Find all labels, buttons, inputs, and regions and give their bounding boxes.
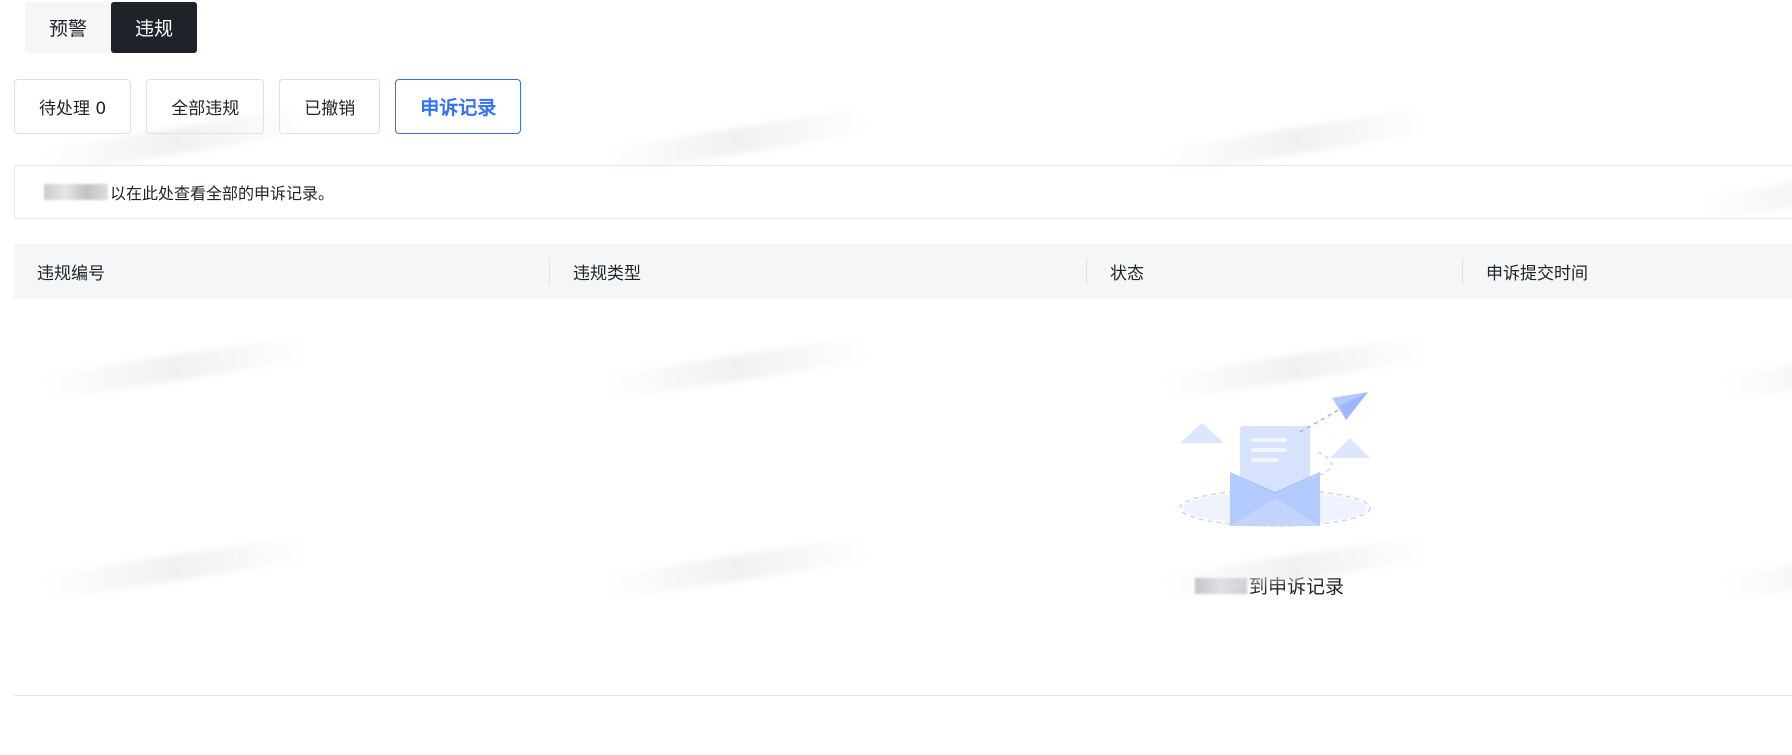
page-root: 预警 违规 待处理 0 全部违规 已撤销 申诉记录 以在此处查看全部的申诉记录。… [0,0,1792,755]
envelope-paper-plane-icon [1180,392,1371,527]
column-divider [1086,258,1087,285]
column-header-violation-type: 违规类型 [573,264,641,284]
empty-state-label: 到申诉记录 [1249,576,1345,598]
redacted-text [44,184,108,200]
mode-switch: 预警 违规 [25,2,198,53]
watermark [601,334,873,402]
info-banner-text: 以在此处查看全部的申诉记录。 [110,184,335,203]
info-banner: 以在此处查看全部的申诉记录。 [14,165,1792,219]
watermark [601,534,873,602]
table-header: 违规编号 违规类型 状态 申诉提交时间 [14,244,1792,299]
tab-appeal-records[interactable]: 申诉记录 [395,79,522,134]
tab-pending[interactable]: 待处理 0 [14,79,132,134]
filter-tabs: 待处理 0 全部违规 已撤销 申诉记录 [14,79,522,134]
watermark [39,534,311,602]
column-divider [1462,258,1463,285]
empty-state-text: 到申诉记录 [1195,572,1344,599]
mode-switch-violation[interactable]: 违规 [111,2,198,53]
column-header-violation-id: 违规编号 [37,264,105,284]
mode-switch-warning[interactable]: 预警 [25,2,111,53]
tab-all-violations[interactable]: 全部违规 [146,79,265,134]
watermark [1719,534,1792,602]
column-header-status: 状态 [1110,264,1144,284]
table-bottom-border [14,695,1792,696]
watermark [1719,334,1792,402]
redacted-text [1195,577,1247,594]
column-divider [549,258,550,285]
tab-revoked[interactable]: 已撤销 [279,79,381,134]
column-header-appeal-time: 申诉提交时间 [1486,264,1588,284]
watermark [39,334,311,402]
